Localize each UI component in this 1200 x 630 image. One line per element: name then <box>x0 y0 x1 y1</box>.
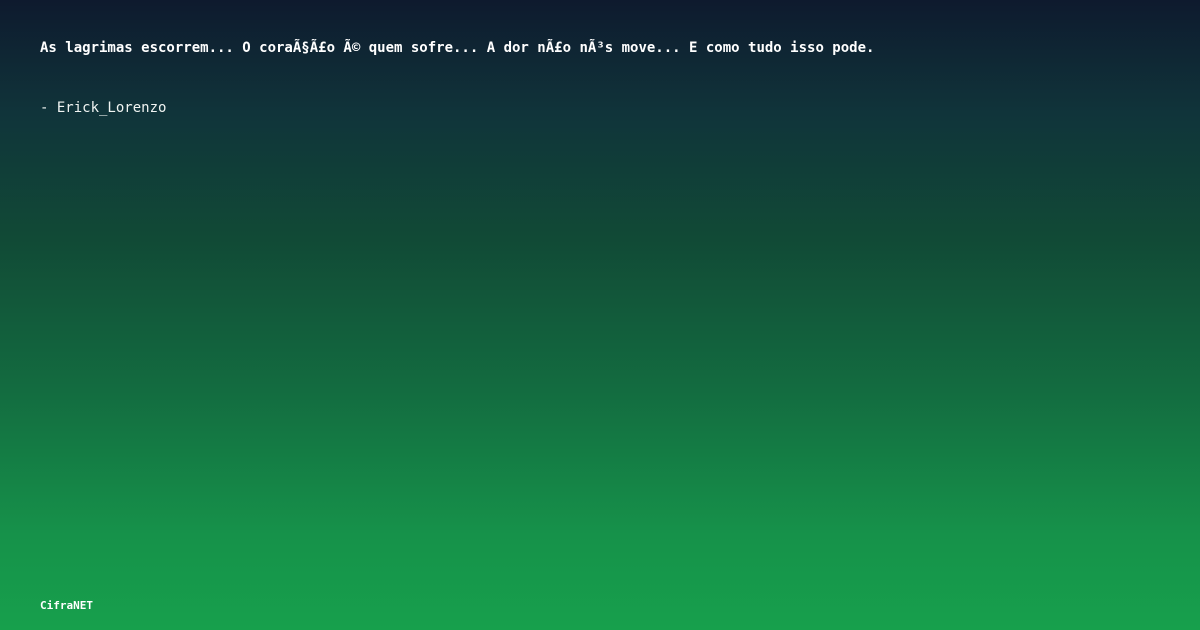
brand-logo-text: CifraNET <box>40 599 93 612</box>
quote-author: - Erick_Lorenzo <box>40 100 167 116</box>
quote-text: As lagrimas escorrem... O coraÃ§Ã£o Ã© q… <box>40 40 875 56</box>
